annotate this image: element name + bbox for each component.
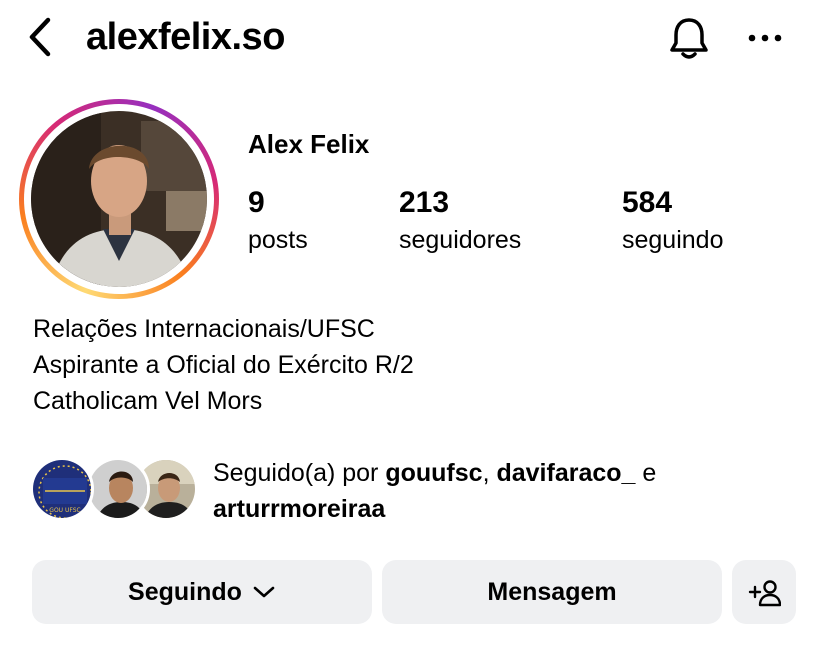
posts-count: 9: [248, 186, 265, 219]
profile-full-name: Alex Felix: [248, 129, 370, 159]
more-options-button[interactable]: [742, 18, 788, 58]
profile-header: alexfelix.so: [0, 0, 828, 80]
story-ring[interactable]: [19, 99, 219, 299]
follower-avatar-davifaraco: [86, 457, 150, 521]
posts-label: posts: [248, 226, 308, 254]
profile-username: alexfelix.so: [86, 16, 285, 58]
following-stat[interactable]: 584 seguindo: [622, 184, 723, 258]
back-button[interactable]: [20, 14, 60, 60]
notifications-button[interactable]: [664, 14, 714, 62]
followers-count: 213: [399, 186, 450, 219]
profile-bio: Relações Internacionais/UFSC Aspirante a…: [33, 311, 414, 419]
following-dropdown-button[interactable]: Seguindo: [32, 560, 372, 624]
mutual-follower-link[interactable]: arturrmoreiraa: [213, 495, 385, 523]
followed-by-separator: ,: [482, 459, 490, 487]
followed-by-conjunction: e: [642, 459, 657, 487]
follower-avatar-gouufsc: GOU UFSC: [30, 457, 94, 521]
add-user-icon: [748, 580, 781, 607]
followed-by-section[interactable]: GOU UFSC Seguido(a) por gouufsc, davifar…: [30, 455, 810, 525]
bio-line: Relações Internacionais/UFSC: [33, 315, 375, 343]
following-label: seguindo: [622, 226, 724, 254]
chevron-left-icon: [29, 17, 51, 57]
suggest-users-button[interactable]: [732, 560, 796, 624]
followers-stat[interactable]: 213 seguidores: [399, 184, 521, 258]
mutual-follower-link[interactable]: gouufsc: [385, 459, 482, 487]
following-count: 584: [622, 186, 673, 219]
followers-label: seguidores: [399, 226, 522, 254]
message-button[interactable]: Mensagem: [382, 560, 722, 624]
bio-line: Catholicam Vel Mors: [33, 387, 263, 415]
followed-by-prefix: Seguido(a) por: [213, 459, 379, 487]
more-horizontal-icon: [748, 34, 782, 42]
gou-ufsc-logo-text: GOU UFSC: [49, 507, 80, 514]
posts-stat[interactable]: 9 posts: [248, 184, 308, 258]
bio-line: Aspirante a Oficial do Exército R/2: [33, 351, 414, 379]
profile-avatar[interactable]: [31, 111, 207, 287]
mutual-follower-link[interactable]: davifaraco_: [496, 459, 635, 487]
followed-by-text[interactable]: Seguido(a) por gouufsc, davifaraco_ e ar…: [213, 455, 773, 527]
message-button-label: Mensagem: [487, 577, 617, 606]
following-button-label: Seguindo: [128, 577, 242, 606]
bell-icon: [670, 18, 708, 59]
chevron-down-icon: [253, 586, 275, 598]
